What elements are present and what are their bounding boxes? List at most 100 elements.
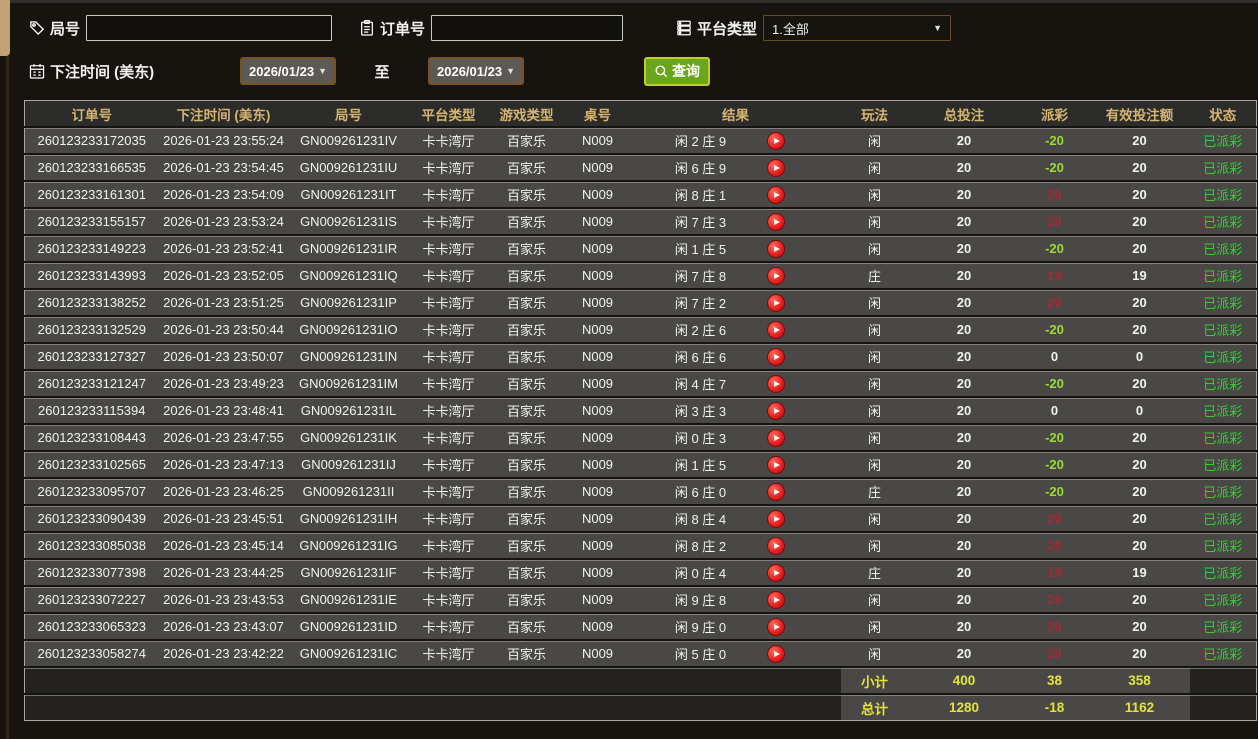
status-cell: 已派彩 — [1189, 315, 1257, 343]
play-type-cell: 闲 — [840, 207, 909, 235]
play-type-cell: 闲 — [840, 531, 909, 559]
platform-cell: 卡卡湾厅 — [408, 153, 489, 181]
platform-cell: 卡卡湾厅 — [408, 396, 489, 424]
play-video-icon[interactable]: ▶ — [768, 294, 785, 311]
grand-total-payout: -18 — [1019, 693, 1090, 721]
table-no-cell: N009 — [564, 423, 631, 451]
payout-cell: 20 — [1019, 207, 1090, 235]
query-button[interactable]: 查询 — [644, 56, 710, 86]
total-bet-cell: 20 — [908, 234, 1020, 262]
payout-cell: 19 — [1019, 558, 1090, 586]
bet-time-cell: 2026-01-23 23:50:07 — [158, 342, 289, 370]
result-text: 闲 9 庄 8 — [674, 593, 727, 608]
bet-time-cell: 2026-01-23 23:53:24 — [158, 207, 289, 235]
round-id-cell: GN009261231IM — [288, 369, 409, 397]
order-number-input[interactable] — [431, 15, 624, 41]
play-video-icon[interactable]: ▶ — [768, 213, 785, 230]
play-video-icon[interactable]: ▶ — [768, 564, 785, 581]
result-cell: 闲 3 庄 3 ▶ — [630, 396, 841, 424]
table-no-cell: N009 — [564, 531, 631, 559]
round-id-cell: GN009261231IJ — [288, 450, 409, 478]
payout-cell: 19 — [1019, 261, 1090, 289]
total-bet-cell: 20 — [908, 342, 1020, 370]
platform-cell: 卡卡湾厅 — [408, 639, 489, 667]
result-text: 闲 6 庄 0 — [674, 485, 727, 500]
status-cell: 已派彩 — [1189, 396, 1257, 424]
game-type-cell: 百家乐 — [488, 558, 565, 586]
subtotal-valid-bet: 358 — [1089, 666, 1190, 694]
play-type-cell: 闲 — [840, 234, 909, 262]
result-cell: 闲 0 庄 4 ▶ — [630, 558, 841, 586]
result-text: 闲 6 庄 6 — [674, 350, 727, 365]
play-video-icon[interactable]: ▶ — [768, 321, 785, 338]
col-payout: 派彩 — [1019, 100, 1090, 127]
table-row: 260123233095707 2026-01-23 23:46:25 GN00… — [24, 477, 1257, 505]
result-text: 闲 0 庄 4 — [674, 566, 727, 581]
tag-icon — [28, 19, 46, 37]
play-video-icon[interactable]: ▶ — [768, 402, 785, 419]
table-row: 260123233132529 2026-01-23 23:50:44 GN00… — [24, 315, 1257, 343]
order-id-cell: 260123233172035 — [24, 126, 159, 154]
platform-type-select[interactable]: 1.全部 ▼ — [763, 15, 952, 41]
result-cell: 闲 8 庄 4 ▶ — [630, 504, 841, 532]
payout-cell: -20 — [1019, 153, 1090, 181]
result-cell: 闲 8 庄 1 ▶ — [630, 180, 841, 208]
date-to-button[interactable]: 2026/01/23 ▼ — [428, 57, 524, 85]
bet-time-cell: 2026-01-23 23:52:05 — [158, 261, 289, 289]
valid-bet-cell: 19 — [1089, 558, 1190, 586]
order-number-label: 订单号 — [380, 20, 426, 38]
play-video-icon[interactable]: ▶ — [768, 645, 785, 662]
round-id-cell: GN009261231IC — [288, 639, 409, 667]
game-type-cell: 百家乐 — [488, 207, 565, 235]
platform-type-value: 1.全部 — [772, 21, 809, 37]
col-order-id: 订单号 — [24, 100, 159, 127]
game-type-cell: 百家乐 — [488, 504, 565, 532]
round-id-cell: GN009261231IO — [288, 315, 409, 343]
table-no-cell: N009 — [564, 153, 631, 181]
round-id-cell: GN009261231IK — [288, 423, 409, 451]
status-cell: 已派彩 — [1189, 234, 1257, 262]
bet-time-cell: 2026-01-23 23:44:25 — [158, 558, 289, 586]
play-video-icon[interactable]: ▶ — [768, 240, 785, 257]
total-bet-cell: 20 — [908, 423, 1020, 451]
play-video-icon[interactable]: ▶ — [768, 510, 785, 527]
payout-cell: -20 — [1019, 315, 1090, 343]
play-video-icon[interactable]: ▶ — [768, 537, 785, 554]
table-row: 260123233138252 2026-01-23 23:51:25 GN00… — [24, 288, 1257, 316]
table-no-cell: N009 — [564, 396, 631, 424]
round-id-cell: GN009261231IS — [288, 207, 409, 235]
chevron-down-icon: ▼ — [318, 65, 327, 76]
result-cell: 闲 8 庄 2 ▶ — [630, 531, 841, 559]
total-bet-cell: 20 — [908, 315, 1020, 343]
play-video-icon[interactable]: ▶ — [768, 456, 785, 473]
platform-cell: 卡卡湾厅 — [408, 531, 489, 559]
play-video-icon[interactable]: ▶ — [768, 618, 785, 635]
order-id-cell: 260123233072227 — [24, 585, 159, 613]
play-video-icon[interactable]: ▶ — [768, 186, 785, 203]
play-video-icon[interactable]: ▶ — [768, 375, 785, 392]
col-platform: 平台类型 — [408, 100, 489, 127]
total-bet-cell: 20 — [908, 531, 1020, 559]
valid-bet-cell: 20 — [1089, 477, 1190, 505]
play-video-icon[interactable]: ▶ — [768, 267, 785, 284]
table-header-row: 订单号 下注时间 (美东) 局号 平台类型 游戏类型 桌号 结果 玩法 总投注 … — [24, 100, 1257, 127]
result-cell: 闲 2 庄 9 ▶ — [630, 126, 841, 154]
play-video-icon[interactable]: ▶ — [768, 429, 785, 446]
play-video-icon[interactable]: ▶ — [768, 483, 785, 500]
platform-cell: 卡卡湾厅 — [408, 234, 489, 262]
total-bet-cell: 20 — [908, 153, 1020, 181]
clipboard-icon — [358, 19, 376, 37]
table-row: 260123233065323 2026-01-23 23:43:07 GN00… — [24, 612, 1257, 640]
calendar-icon — [28, 62, 46, 80]
table-row: 260123233121247 2026-01-23 23:49:23 GN00… — [24, 369, 1257, 397]
play-video-icon[interactable]: ▶ — [768, 159, 785, 176]
play-video-icon[interactable]: ▶ — [768, 348, 785, 365]
status-cell: 已派彩 — [1189, 369, 1257, 397]
play-video-icon[interactable]: ▶ — [768, 591, 785, 608]
round-number-input[interactable] — [86, 15, 333, 41]
date-from-button[interactable]: 2026/01/23 ▼ — [240, 57, 336, 85]
game-type-cell: 百家乐 — [488, 234, 565, 262]
payout-cell: 0 — [1019, 396, 1090, 424]
platform-cell: 卡卡湾厅 — [408, 261, 489, 289]
play-video-icon[interactable]: ▶ — [768, 132, 785, 149]
